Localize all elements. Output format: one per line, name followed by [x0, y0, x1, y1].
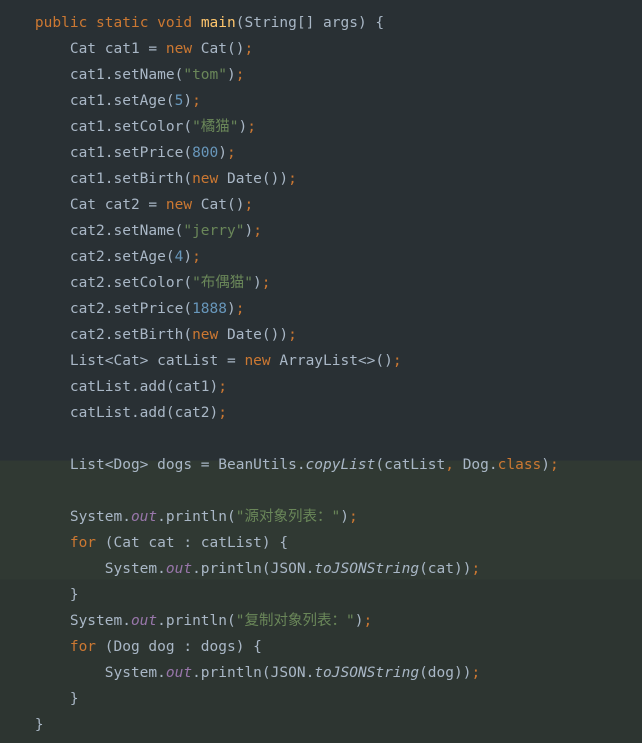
code-text: List<Cat> catList =	[70, 353, 245, 369]
code-text: cat2.setBirth(	[70, 327, 192, 343]
code-text: List<Dog> dogs = BeanUtils.	[70, 457, 306, 473]
code-text: )	[227, 301, 236, 317]
semicolon: ;	[244, 41, 253, 57]
code-text: )	[244, 223, 253, 239]
code-text: System.	[105, 561, 166, 577]
number-literal: 800	[192, 145, 218, 161]
semicolon: ;	[349, 509, 358, 525]
keyword-new: new	[166, 197, 192, 213]
code-text: Date())	[218, 327, 288, 343]
code-text: )	[541, 457, 550, 473]
code-text: (cat))	[419, 561, 471, 577]
code-text: )	[183, 249, 192, 265]
code-text: System.	[70, 613, 131, 629]
code-text: )	[218, 145, 227, 161]
sig-args: (String[] args) {	[236, 15, 384, 31]
code-text: Cat()	[192, 197, 244, 213]
comma: ,	[445, 457, 454, 473]
code-text: Cat()	[192, 41, 244, 57]
method-main: main	[201, 15, 236, 31]
semicolon: ;	[288, 171, 297, 187]
brace: }	[70, 587, 79, 603]
keyword-new: new	[192, 327, 218, 343]
method-call: toJSONString	[314, 665, 419, 681]
keyword-for: for	[70, 639, 96, 655]
keyword-class: class	[498, 457, 542, 473]
semicolon: ;	[218, 379, 227, 395]
code-text: .println(	[157, 613, 236, 629]
code-text: )	[239, 119, 248, 135]
semicolon: ;	[253, 223, 262, 239]
semicolon: ;	[262, 275, 271, 291]
code-text: )	[183, 93, 192, 109]
code-text: .println(JSON.	[192, 561, 314, 577]
semicolon: ;	[247, 119, 256, 135]
code-text: ArrayList<>()	[271, 353, 393, 369]
string-literal: "布偶猫"	[192, 275, 253, 291]
code-text: cat2.setColor(	[70, 275, 192, 291]
code-text: cat2.setAge(	[70, 249, 175, 265]
code-text: cat2.setName(	[70, 223, 184, 239]
code-text: .println(JSON.	[192, 665, 314, 681]
semicolon: ;	[393, 353, 402, 369]
code-text: (dog))	[419, 665, 471, 681]
semicolon: ;	[192, 93, 201, 109]
code-text: cat1.setAge(	[70, 93, 175, 109]
code-text: (Dog dog : dogs) {	[96, 639, 262, 655]
semicolon: ;	[236, 67, 245, 83]
method-call: copyList	[306, 457, 376, 473]
code-text: cat2.setPrice(	[70, 301, 192, 317]
code-text: Date())	[218, 171, 288, 187]
string-literal: "复制对象列表："	[236, 613, 355, 629]
code-text: catList.add(cat2)	[70, 405, 218, 421]
string-literal: "jerry"	[183, 223, 244, 239]
code-text: )	[340, 509, 349, 525]
code-text: )	[227, 67, 236, 83]
keyword-for: for	[70, 535, 96, 551]
semicolon: ;	[236, 301, 245, 317]
semicolon: ;	[244, 197, 253, 213]
field-out: out	[166, 561, 192, 577]
semicolon: ;	[550, 457, 559, 473]
semicolon: ;	[288, 327, 297, 343]
brace: }	[35, 717, 44, 733]
field-out: out	[131, 509, 157, 525]
keyword-new: new	[166, 41, 192, 57]
string-literal: "源对象列表："	[236, 509, 340, 525]
method-call: toJSONString	[314, 561, 419, 577]
field-out: out	[166, 665, 192, 681]
code-text: Cat cat1 =	[70, 41, 166, 57]
code-text: Cat cat2 =	[70, 197, 166, 213]
code-text: Dog.	[454, 457, 498, 473]
field-out: out	[131, 613, 157, 629]
semicolon: ;	[471, 561, 480, 577]
code-text: cat1.setBirth(	[70, 171, 192, 187]
code-text: catList.add(cat1)	[70, 379, 218, 395]
keyword-void: void	[157, 15, 192, 31]
keyword-new: new	[192, 171, 218, 187]
semicolon: ;	[192, 249, 201, 265]
string-literal: "橘猫"	[192, 119, 238, 135]
code-text: System.	[105, 665, 166, 681]
semicolon: ;	[471, 665, 480, 681]
number-literal: 1888	[192, 301, 227, 317]
semicolon: ;	[218, 405, 227, 421]
code-text: System.	[70, 509, 131, 525]
code-text: (Cat cat : catList) {	[96, 535, 288, 551]
code-text: cat1.setName(	[70, 67, 184, 83]
keyword-public: public	[35, 15, 87, 31]
brace: }	[70, 691, 79, 707]
code-text: .println(	[157, 509, 236, 525]
semicolon: ;	[227, 145, 236, 161]
code-text: cat1.setColor(	[70, 119, 192, 135]
code-text: )	[253, 275, 262, 291]
keyword-static: static	[96, 15, 148, 31]
code-text: (catList	[375, 457, 445, 473]
code-text: cat1.setPrice(	[70, 145, 192, 161]
code-editor[interactable]: public static void main(String[] args) {…	[0, 0, 642, 738]
semicolon: ;	[363, 613, 372, 629]
string-literal: "tom"	[183, 67, 227, 83]
keyword-new: new	[244, 353, 270, 369]
